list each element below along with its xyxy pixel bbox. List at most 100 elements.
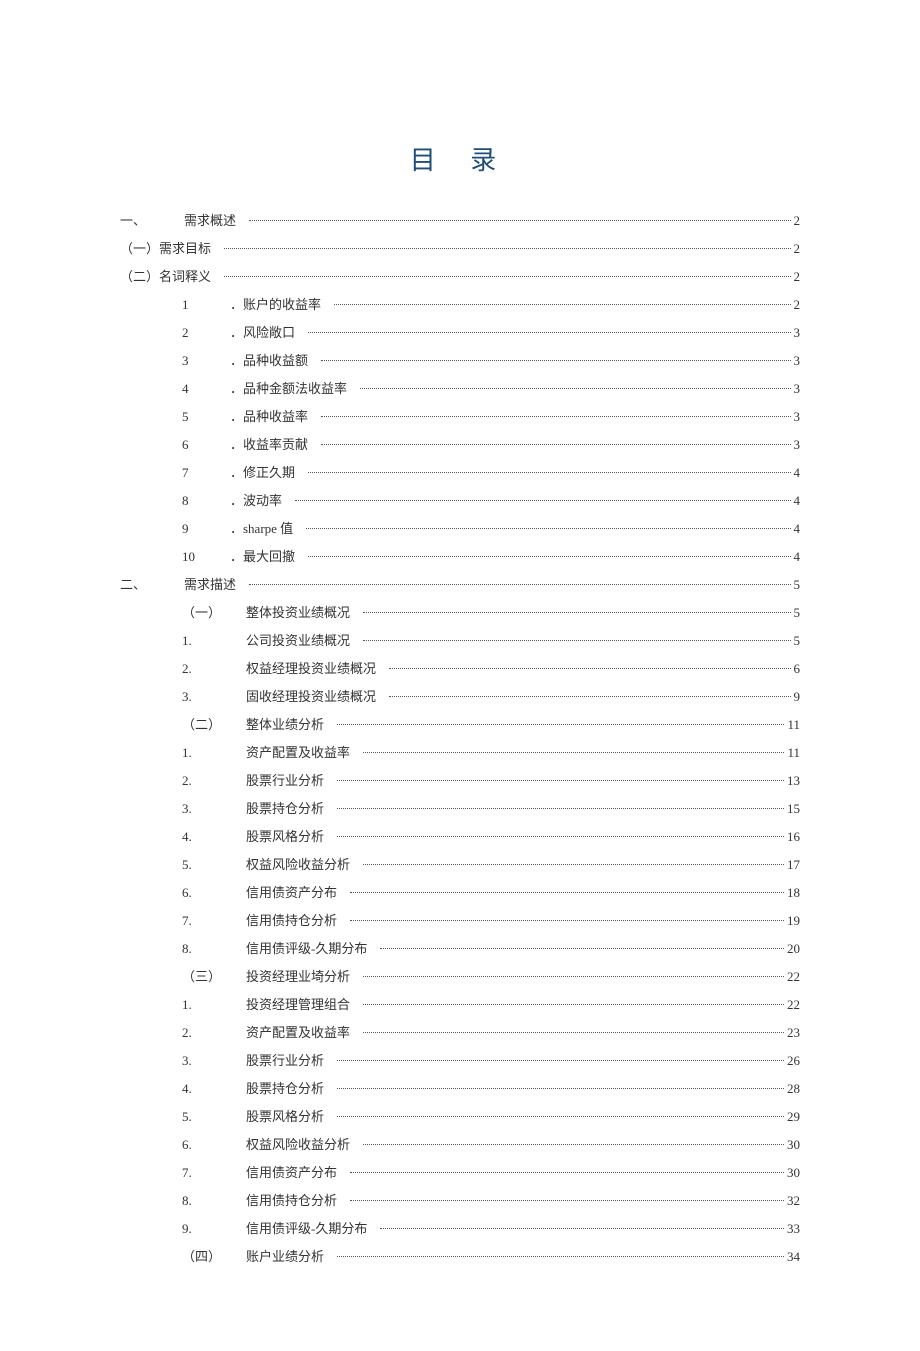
toc-entry[interactable]: 10．最大回撤4: [120, 543, 800, 571]
toc-entry[interactable]: 8．波动率4: [120, 487, 800, 515]
toc-entry[interactable]: 7.信用债持仓分析19: [120, 907, 800, 935]
toc-page-number: 2: [794, 209, 801, 233]
toc-page-number: 32: [787, 1189, 800, 1213]
toc-number: 8.: [182, 1189, 246, 1213]
toc-entry[interactable]: 5.权益风险收益分析17: [120, 851, 800, 879]
toc-number: 2.: [182, 769, 246, 793]
toc-entry[interactable]: 3.股票持仓分析15: [120, 795, 800, 823]
dot-leader: [249, 220, 790, 221]
toc-container: 一、需求概述2（一）需求目标2（二）名词释义21．账户的收益率22．风险敞口33…: [120, 207, 800, 1271]
dot-leader: [321, 444, 790, 445]
toc-label: 公司投资业绩概况: [246, 629, 350, 653]
toc-entry[interactable]: 1.公司投资业绩概况5: [120, 627, 800, 655]
toc-page-number: 5: [794, 573, 801, 597]
toc-number: 3.: [182, 1049, 246, 1073]
toc-label: ．品种收益额: [230, 349, 308, 373]
toc-number: （三）: [182, 965, 246, 989]
toc-entry[interactable]: 1．账户的收益率2: [120, 291, 800, 319]
toc-entry[interactable]: 6.信用债资产分布18: [120, 879, 800, 907]
toc-entry[interactable]: 4.股票风格分析16: [120, 823, 800, 851]
toc-entry[interactable]: 6.权益风险收益分析30: [120, 1131, 800, 1159]
toc-label: 整体业绩分析: [246, 713, 324, 737]
toc-entry[interactable]: 二、需求描述5: [120, 571, 800, 599]
toc-page-number: 2: [794, 293, 801, 317]
toc-entry[interactable]: （一）整体投资业绩概况5: [120, 599, 800, 627]
dot-leader: [380, 948, 784, 949]
toc-number: 7: [182, 461, 230, 485]
toc-page-number: 19: [787, 909, 800, 933]
toc-page-number: 2: [794, 237, 801, 261]
toc-label: 固收经理投资业绩概况: [246, 685, 376, 709]
toc-entry[interactable]: （二）整体业绩分析11: [120, 711, 800, 739]
toc-entry[interactable]: 2．风险敞口3: [120, 319, 800, 347]
toc-entry[interactable]: 2.权益经理投资业绩概况6: [120, 655, 800, 683]
toc-label: ．修正久期: [230, 461, 295, 485]
toc-entry[interactable]: 4．品种金额法收益率3: [120, 375, 800, 403]
toc-entry[interactable]: 3.固收经理投资业绩概况 9: [120, 683, 800, 711]
toc-page-number: 17: [787, 853, 800, 877]
toc-page-number: 29: [787, 1105, 800, 1129]
toc-number: 3: [182, 349, 230, 373]
toc-label: 股票风格分析: [246, 825, 324, 849]
toc-entry[interactable]: 8.信用债评级-久期分布 20: [120, 935, 800, 963]
dot-leader: [249, 584, 790, 585]
toc-label: ．最大回撤: [230, 545, 295, 569]
toc-entry[interactable]: 8.信用债持仓分析 32: [120, 1187, 800, 1215]
toc-entry[interactable]: （三）投资经理业埼分析22: [120, 963, 800, 991]
toc-entry[interactable]: 3.股票行业分析26: [120, 1047, 800, 1075]
toc-entry[interactable]: 6．收益率贡献3: [120, 431, 800, 459]
dot-leader: [295, 500, 790, 501]
toc-label: （二）名词释义: [120, 265, 211, 289]
toc-entry[interactable]: 2.资产配置及收益率23: [120, 1019, 800, 1047]
toc-page-number: 11: [787, 713, 800, 737]
toc-page-number: 30: [787, 1133, 800, 1157]
toc-page-number: 4: [794, 461, 801, 485]
toc-number: 5.: [182, 853, 246, 877]
dot-leader: [308, 332, 790, 333]
toc-entry[interactable]: 一、需求概述2: [120, 207, 800, 235]
toc-entry[interactable]: 2.股票行业分析13: [120, 767, 800, 795]
toc-label: 资产配置及收益率: [246, 741, 350, 765]
toc-entry[interactable]: 1.资产配置及收益率11: [120, 739, 800, 767]
toc-entry[interactable]: 4.股票持仓分析28: [120, 1075, 800, 1103]
toc-label: ．收益率贡献: [230, 433, 308, 457]
dot-leader: [224, 276, 790, 277]
toc-page-number: 9: [794, 685, 801, 709]
toc-number: 10: [182, 545, 230, 569]
toc-page-number: 16: [787, 825, 800, 849]
toc-entry[interactable]: （一）需求目标2: [120, 235, 800, 263]
toc-number: 8: [182, 489, 230, 513]
toc-entry[interactable]: 9.信用债评级-久期分布33: [120, 1215, 800, 1243]
dot-leader: [363, 612, 790, 613]
toc-title: 目 录: [120, 140, 800, 177]
dot-leader: [363, 1004, 784, 1005]
dot-leader: [337, 724, 784, 725]
toc-entry[interactable]: 7．修正久期 4: [120, 459, 800, 487]
toc-number: 8.: [182, 937, 246, 961]
toc-entry[interactable]: 7.信用债资产分布30: [120, 1159, 800, 1187]
toc-entry[interactable]: 9．sharpe 值4: [120, 515, 800, 543]
toc-entry[interactable]: 5.股票风格分析29: [120, 1103, 800, 1131]
toc-label: ．波动率: [230, 489, 282, 513]
toc-entry[interactable]: 1.投资经理管理组合22: [120, 991, 800, 1019]
toc-page-number: 30: [787, 1161, 800, 1185]
toc-number: 一、: [120, 209, 184, 233]
toc-label: 信用债评级-久期分布: [246, 937, 367, 961]
toc-number: 3.: [182, 797, 246, 821]
toc-page-number: 28: [787, 1077, 800, 1101]
toc-entry[interactable]: 5．品种收益率3: [120, 403, 800, 431]
toc-label: 股票持仓分析: [246, 1077, 324, 1101]
toc-page-number: 26: [787, 1049, 800, 1073]
toc-number: 4: [182, 377, 230, 401]
toc-page-number: 2: [794, 265, 801, 289]
toc-entry[interactable]: （二）名词释义 2: [120, 263, 800, 291]
toc-entry[interactable]: （四）账户业绩分析34: [120, 1243, 800, 1271]
toc-page-number: 11: [787, 741, 800, 765]
toc-entry[interactable]: 3．品种收益额3: [120, 347, 800, 375]
toc-label: ．风险敞口: [230, 321, 295, 345]
toc-label: 信用债持仓分析: [246, 1189, 337, 1213]
toc-page-number: 22: [787, 965, 800, 989]
toc-page-number: 20: [787, 937, 800, 961]
dot-leader: [337, 1088, 784, 1089]
toc-number: 3.: [182, 685, 246, 709]
